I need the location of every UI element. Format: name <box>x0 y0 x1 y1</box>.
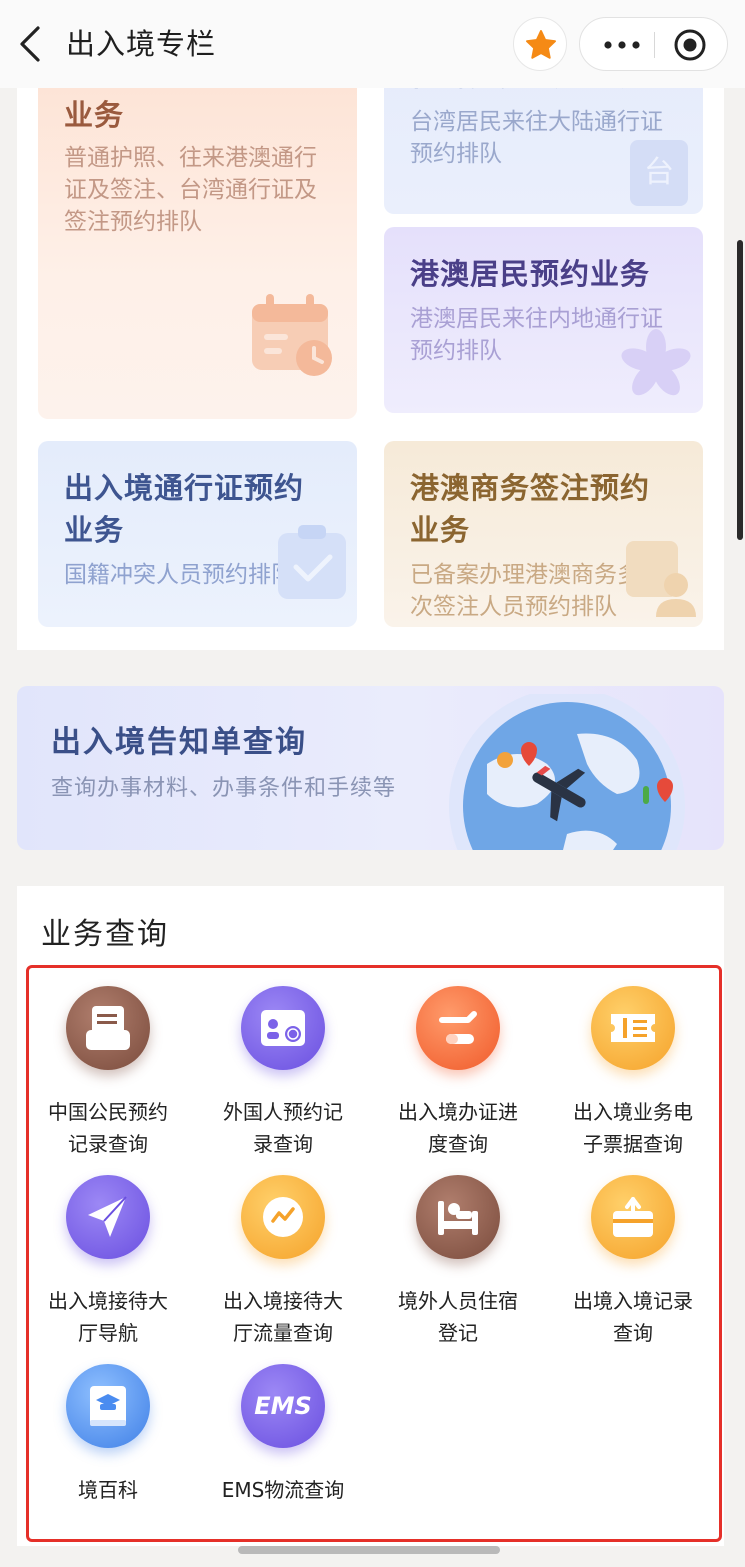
service-label: 境百科 <box>78 1478 138 1502</box>
service-label: 出入境办证进 度查询 <box>398 1100 518 1156</box>
card-subtitle-line2: 证及签注、台湾通行证及 <box>64 177 317 203</box>
miniprogram-capsule <box>579 17 728 71</box>
e-receipt-query[interactable]: 出入境业务电 子票据查询 <box>546 974 720 1156</box>
card-title-line1: 出入境通行证预约 <box>64 471 305 505</box>
card-subtitle-line2: 预约排队 <box>410 141 502 167</box>
plane-progress-icon <box>416 986 500 1070</box>
card-title-line1: 港澳商务签注预约 <box>410 471 651 505</box>
service-label: EMS物流查询 <box>221 1478 345 1502</box>
star-icon <box>526 30 556 59</box>
globe-plane-icon <box>449 694 685 850</box>
card-subtitle-line1: 国籍冲突人员预约排队 <box>64 562 294 588</box>
section-title: 业务查询 <box>41 917 169 952</box>
bauhinia-icon <box>621 329 691 396</box>
ems-logo-icon: EMS <box>241 1364 325 1448</box>
card-subtitle-line1: 普通护照、往来港澳通行 <box>64 145 317 171</box>
hk-macau-resident-appointment-card[interactable]: 港澳居民预约业务 港澳居民来往内地通行证 预约排队 <box>384 227 703 413</box>
bed-icon <box>416 1175 500 1259</box>
business-query-section: 业务查询 中国公民预约 记录查询 外国人预约记 录查询 出入境办证进 度查询 出… <box>17 886 724 1546</box>
border-encyclopedia[interactable]: 境百科 <box>21 1352 195 1532</box>
card-title-line2: 业务 <box>410 513 471 547</box>
exit-entry-permit-appointment-card[interactable]: 出入境通行证预约 业务 国籍冲突人员预约排队 <box>38 441 357 627</box>
navigation-arrow-icon <box>66 1175 150 1259</box>
citizen-appointment-card[interactable]: 业务 普通护照、往来港澳通行 证及签注、台湾通行证及 签注预约排队 <box>38 68 357 419</box>
calendar-icon <box>252 294 332 376</box>
business-endorsement-appointment-card[interactable]: 港澳商务签注预约 业务 已备案办理港澳商务多 次签注人员预约排队 <box>384 441 703 627</box>
service-label: 出境入境记录 查询 <box>573 1289 693 1345</box>
tai-character-icon: 台 <box>630 140 688 206</box>
record-upload-icon <box>591 1175 675 1259</box>
card-title-line2: 业务 <box>64 513 125 547</box>
nav-header: 出入境专栏 <box>0 0 745 88</box>
svg-text:台: 台 <box>644 155 674 190</box>
back-arrow-icon[interactable] <box>14 24 48 64</box>
notice-query-banner[interactable]: 出入境告知单查询 查询办事材料、办事条件和手续等 <box>17 686 724 850</box>
hall-navigation[interactable]: 出入境接待大 厅导航 <box>21 1163 195 1345</box>
card-title: 业务 <box>64 98 125 132</box>
traffic-chart-icon <box>241 1175 325 1259</box>
favorite-button[interactable] <box>513 17 567 71</box>
more-icon[interactable] <box>602 35 642 55</box>
citizen-appointment-record-query[interactable]: 中国公民预约 记录查询 <box>21 974 195 1156</box>
page-title: 出入境专栏 <box>66 27 217 61</box>
home-indicator <box>238 1546 500 1554</box>
service-label: 境外人员住宿 登记 <box>398 1289 518 1345</box>
svg-text:EMS: EMS <box>254 1392 312 1420</box>
clipboard-check-icon <box>278 525 346 599</box>
business-person-icon <box>626 541 696 617</box>
service-label: 中国公民预约 记录查询 <box>48 1100 168 1156</box>
banner-title: 出入境告知单查询 <box>51 725 307 760</box>
service-label: 出入境接待大 厅导航 <box>48 1289 168 1345</box>
scroll-indicator <box>737 240 743 540</box>
ems-logistics-query[interactable]: EMS EMS物流查询 <box>196 1352 370 1532</box>
book-graduation-icon <box>66 1364 150 1448</box>
card-subtitle-line2: 预约排队 <box>410 338 502 364</box>
foreigner-accommodation-registration[interactable]: 境外人员住宿 登记 <box>371 1163 545 1345</box>
hall-traffic-query[interactable]: 出入境接待大 厅流量查询 <box>196 1163 370 1345</box>
entry-exit-record-query[interactable]: 出境入境记录 查询 <box>546 1163 720 1345</box>
banner-subtitle: 查询办事材料、办事条件和手续等 <box>51 776 397 801</box>
permit-progress-query[interactable]: 出入境办证进 度查询 <box>371 974 545 1156</box>
inbox-doc-icon <box>66 986 150 1070</box>
id-card-globe-icon <box>241 986 325 1070</box>
service-label: 出入境接待大 厅流量查询 <box>223 1289 343 1345</box>
foreigner-appointment-record-query[interactable]: 外国人预约记 录查询 <box>196 974 370 1156</box>
service-label: 外国人预约记 录查询 <box>223 1100 343 1156</box>
capsule-divider <box>654 32 655 58</box>
card-subtitle-line2: 次签注人员预约排队 <box>410 594 617 620</box>
card-subtitle-line1: 台湾居民来往大陆通行证 <box>410 109 663 135</box>
service-label: 出入境业务电 子票据查询 <box>573 1100 693 1156</box>
card-subtitle-line1: 已备案办理港澳商务多 <box>410 562 640 588</box>
card-subtitle-line3: 签注预约排队 <box>64 209 202 235</box>
ticket-icon <box>591 986 675 1070</box>
card-title: 港澳居民预约业务 <box>410 257 651 291</box>
appointment-section: 业务 普通护照、往来港澳通行 证及签注、台湾通行证及 签注预约排队 台湾居民预约… <box>17 64 724 650</box>
close-miniprogram-icon[interactable] <box>673 28 707 62</box>
